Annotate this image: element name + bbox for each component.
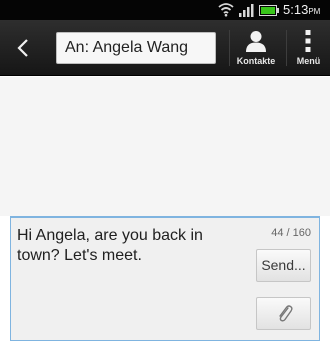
status-time-value: 5:13	[283, 2, 309, 17]
recipient-field[interactable]: An: Angela Wang	[56, 32, 216, 64]
attach-button[interactable]	[256, 297, 311, 330]
signal-icon	[239, 4, 254, 17]
status-bar: 5:13PM	[0, 0, 330, 20]
status-ampm: PM	[308, 7, 321, 16]
character-counter: 44 / 160	[271, 227, 311, 239]
person-icon	[246, 31, 266, 52]
back-button[interactable]	[0, 20, 46, 76]
menu-button[interactable]: Menü	[287, 20, 330, 76]
wifi-icon	[218, 3, 234, 17]
contacts-label: Kontakte	[236, 56, 276, 66]
action-bar: An: Angela Wang Kontakte Menü	[0, 20, 330, 76]
paperclip-icon	[279, 305, 293, 322]
menu-label: Menü	[296, 56, 321, 66]
status-clock: 5:13PM	[283, 2, 320, 20]
message-input[interactable]: Hi Angela, are you back in town? Let's m…	[17, 226, 247, 326]
message-thread-area	[0, 77, 330, 216]
messaging-screen: 5:13PM An: Angela Wang Kontakte Menü Hi …	[0, 0, 330, 346]
chevron-left-icon	[17, 39, 28, 57]
send-button[interactable]: Send...	[256, 249, 311, 282]
compose-panel: Hi Angela, are you back in town? Let's m…	[10, 216, 320, 341]
vertical-dots-icon	[305, 30, 311, 52]
contacts-button[interactable]: Kontakte	[229, 20, 283, 76]
battery-icon	[259, 5, 279, 16]
